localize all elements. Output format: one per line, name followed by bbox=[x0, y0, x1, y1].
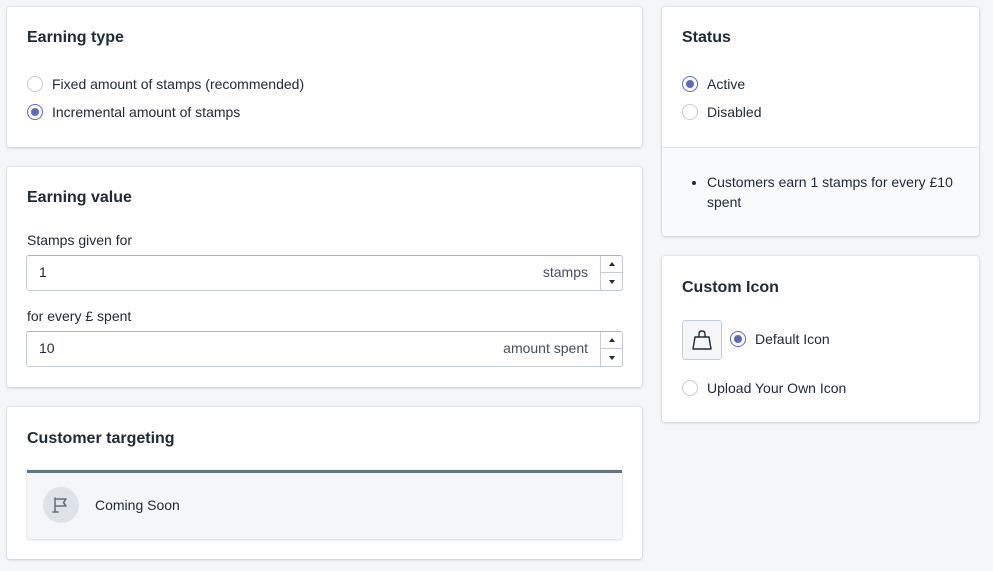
chevron-down-icon bbox=[608, 355, 615, 360]
status-card: Status Active Disabled Customers earn 1 … bbox=[662, 7, 979, 236]
summary-item: Customers earn 1 stamps for every £10 sp… bbox=[707, 172, 967, 212]
for-every-spent-label: for every £ spent bbox=[27, 308, 132, 324]
fixed-amount-radio-option[interactable]: Fixed amount of stamps (recommended) bbox=[27, 74, 304, 94]
upload-icon-label: Upload Your Own Icon bbox=[707, 380, 847, 396]
earning-value-card: Earning value Stamps given for 1 stamps … bbox=[7, 167, 642, 387]
active-radio-option[interactable]: Active bbox=[682, 74, 745, 94]
fixed-amount-radio[interactable] bbox=[27, 76, 43, 92]
status-title: Status bbox=[682, 29, 731, 46]
incremental-amount-radio-option[interactable]: Incremental amount of stamps bbox=[27, 102, 240, 122]
amount-spent-suffix: amount spent bbox=[503, 340, 588, 356]
disabled-label: Disabled bbox=[707, 104, 762, 120]
earning-value-title: Earning value bbox=[27, 189, 132, 206]
stamps-given-field[interactable]: 1 stamps bbox=[26, 255, 623, 291]
amount-spent-stepper bbox=[600, 332, 622, 366]
upload-icon-radio-option[interactable]: Upload Your Own Icon bbox=[682, 378, 846, 398]
amount-spent-field[interactable]: 10 amount spent bbox=[26, 331, 623, 367]
chevron-up-icon bbox=[608, 262, 615, 266]
default-icon-radio[interactable] bbox=[730, 331, 746, 347]
disabled-radio[interactable] bbox=[682, 104, 698, 120]
incremental-amount-label: Incremental amount of stamps bbox=[52, 104, 241, 120]
default-icon-label: Default Icon bbox=[755, 331, 830, 347]
earning-type-title: Earning type bbox=[27, 29, 124, 46]
active-label: Active bbox=[707, 76, 746, 92]
chevron-down-icon bbox=[608, 279, 615, 284]
upload-icon-radio[interactable] bbox=[682, 380, 698, 396]
coming-soon-text: Coming Soon bbox=[95, 497, 180, 513]
flag-icon bbox=[43, 487, 79, 523]
stamps-suffix: stamps bbox=[542, 264, 588, 280]
summary-list: Customers earn 1 stamps for every £10 sp… bbox=[707, 172, 967, 212]
shopping-bag-icon bbox=[682, 320, 722, 360]
status-summary: Customers earn 1 stamps for every £10 sp… bbox=[662, 147, 979, 236]
disabled-radio-option[interactable]: Disabled bbox=[682, 102, 761, 122]
chevron-up-icon bbox=[608, 338, 615, 342]
custom-icon-title: Custom Icon bbox=[682, 279, 779, 296]
customer-targeting-title: Customer targeting bbox=[27, 430, 175, 447]
incremental-amount-radio[interactable] bbox=[27, 104, 43, 120]
stamps-given-value[interactable]: 1 bbox=[39, 264, 47, 280]
stamps-decrement-button[interactable] bbox=[601, 273, 622, 290]
amount-spent-decrement-button[interactable] bbox=[601, 349, 622, 366]
active-radio[interactable] bbox=[682, 76, 698, 92]
stamps-stepper bbox=[600, 256, 622, 290]
stamps-increment-button[interactable] bbox=[601, 256, 622, 273]
stamps-given-label: Stamps given for bbox=[27, 232, 133, 248]
custom-icon-card: Custom Icon Default Icon Upload Your Own… bbox=[662, 256, 979, 422]
earning-type-card: Earning type Fixed amount of stamps (rec… bbox=[7, 7, 642, 147]
customer-targeting-card: Customer targeting Coming Soon bbox=[7, 407, 642, 559]
amount-spent-increment-button[interactable] bbox=[601, 332, 622, 349]
coming-soon-banner: Coming Soon bbox=[27, 470, 622, 539]
amount-spent-value[interactable]: 10 bbox=[39, 340, 55, 356]
fixed-amount-label: Fixed amount of stamps (recommended) bbox=[52, 76, 305, 92]
default-icon-radio-option[interactable]: Default Icon bbox=[730, 329, 830, 349]
